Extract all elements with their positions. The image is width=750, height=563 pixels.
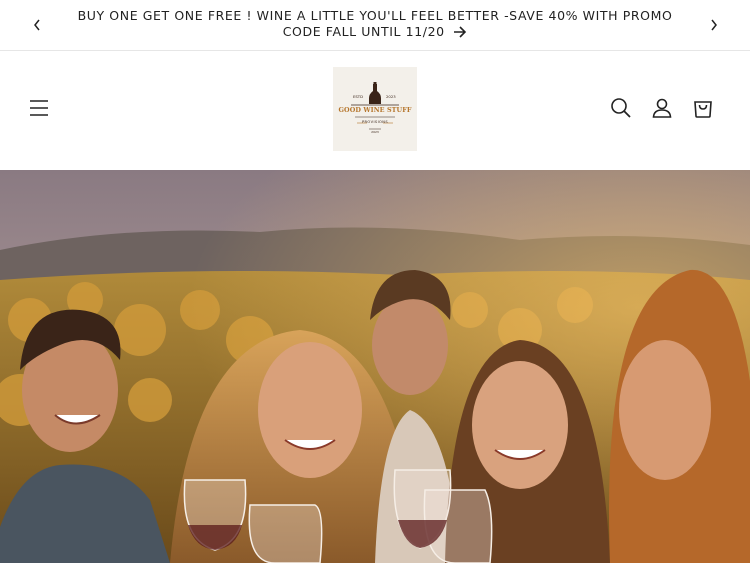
hamburger-menu-icon: [30, 100, 48, 116]
chevron-right-icon: [711, 19, 717, 31]
logo-brand: GOOD WINE STUFF: [338, 106, 412, 114]
search-button[interactable]: [610, 97, 632, 119]
announcement-text: BUY ONE GET ONE FREE ! WINE A LITTLE YOU…: [77, 8, 673, 39]
cart-button[interactable]: [692, 97, 714, 119]
logo-est-right: 2023: [386, 94, 396, 99]
announcement-link[interactable]: BUY ONE GET ONE FREE ! WINE A LITTLE YOU…: [58, 8, 692, 40]
menu-button[interactable]: [28, 98, 50, 118]
arrow-right-icon: [454, 26, 467, 38]
site-header: ESTD 2023 GOOD WINE STUFF PROVISIONS 202…: [0, 51, 750, 170]
logo-est-left: ESTD: [353, 94, 364, 99]
site-logo[interactable]: ESTD 2023 GOOD WINE STUFF PROVISIONS 202…: [333, 67, 417, 151]
chevron-left-icon: [34, 19, 40, 31]
announcement-prev-button[interactable]: [29, 14, 45, 36]
account-icon: [652, 98, 672, 118]
logo-tagline: PROVISIONS: [361, 120, 389, 124]
announcement-next-button[interactable]: [706, 14, 722, 36]
announcement-bar: BUY ONE GET ONE FREE ! WINE A LITTLE YOU…: [0, 0, 750, 51]
hero-image: [0, 170, 750, 563]
logo-bottom: 2023: [371, 130, 379, 134]
cart-icon: [694, 101, 712, 118]
account-button[interactable]: [651, 97, 673, 119]
hero-banner: [0, 170, 750, 563]
search-icon: [611, 98, 631, 118]
